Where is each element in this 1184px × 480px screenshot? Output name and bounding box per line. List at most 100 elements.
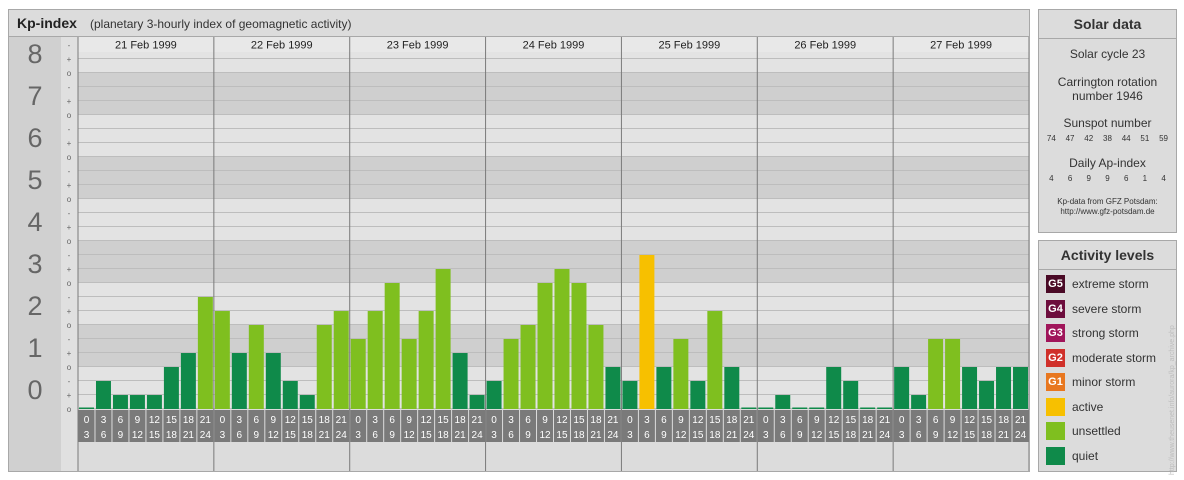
y-tick-label: 1: [27, 333, 42, 363]
kp-bar: [520, 325, 536, 409]
interval-start-label: 18: [726, 415, 738, 426]
legend-swatch: G3: [1046, 324, 1065, 342]
y-minor-tick: o: [67, 69, 72, 78]
y-minor-tick: +: [67, 97, 72, 106]
y-band: [78, 115, 1029, 157]
kp-bar: [656, 367, 672, 409]
y-tick-label: 6: [27, 123, 42, 153]
interval-start-label: 6: [525, 415, 531, 426]
kp-bar: [826, 367, 842, 409]
sunspot-value: 47: [1065, 134, 1075, 143]
kp-bar: [894, 367, 910, 409]
kp-bar: [197, 296, 213, 409]
interval-end-label: 18: [981, 430, 993, 441]
interval-start-label: 9: [406, 415, 412, 426]
interval-start-label: 21: [879, 415, 891, 426]
interval-end-label: 3: [220, 430, 226, 441]
interval-end-label: 3: [355, 430, 361, 441]
interval-end-label: 9: [525, 430, 531, 441]
kp-bar: [843, 380, 859, 409]
kp-bar: [537, 283, 553, 409]
interval-end-label: 18: [573, 430, 585, 441]
kp-bar: [214, 311, 230, 409]
chart-subtitle: (planetary 3-hourly index of geomagnetic…: [90, 17, 352, 31]
interval-start-label: 3: [237, 415, 243, 426]
kp-bar: [741, 407, 757, 409]
interval-end-label: 21: [183, 430, 195, 441]
chart-title-bar: Kp-index (planetary 3-hourly index of ge…: [9, 10, 1029, 37]
interval-start-label: 12: [556, 415, 568, 426]
interval-start-label: 3: [101, 415, 107, 426]
y-tick-label: 7: [27, 81, 42, 111]
y-tick-label: 0: [27, 375, 42, 405]
y-band: [78, 157, 1029, 199]
interval-end-label: 12: [947, 430, 959, 441]
ap-value: 6: [1067, 174, 1073, 183]
interval-end-label: 9: [933, 430, 939, 441]
legend-swatch: G5: [1046, 275, 1065, 293]
y-minor-tick: -: [68, 209, 71, 218]
interval-start-label: 0: [491, 415, 497, 426]
interval-start-label: 3: [916, 415, 922, 426]
kp-bar: [588, 325, 604, 409]
sunspot-value: 42: [1084, 134, 1094, 143]
interval-end-label: 12: [675, 430, 687, 441]
interval-end-label: 6: [916, 430, 922, 441]
interval-end-label: 12: [811, 430, 823, 441]
legend-swatch: [1046, 446, 1065, 465]
kp-bar: [554, 269, 570, 409]
interval-end-label: 18: [709, 430, 721, 441]
sunspot-value: 44: [1121, 134, 1131, 143]
kp-bar: [282, 380, 298, 409]
interval-start-label: 0: [627, 415, 633, 426]
ap-value: 9: [1105, 174, 1110, 183]
kp-bar: [1013, 367, 1028, 409]
legend-swatch: G2: [1046, 348, 1065, 367]
kp-bar: [860, 407, 876, 409]
kp-bar: [605, 367, 621, 409]
kp-bar: [129, 395, 145, 409]
y-band: [78, 73, 1029, 115]
kp-bar-chart: 0123456789o+-o+-o+-o+-o+-o+-o+-o+-o+-o21…: [9, 37, 1029, 471]
interval-start-label: 6: [389, 415, 395, 426]
interval-end-label: 18: [166, 430, 178, 441]
interval-start-label: 6: [661, 415, 667, 426]
interval-start-label: 15: [166, 415, 178, 426]
legend-item: G3 strong storm: [1046, 324, 1139, 342]
interval-start-label: 3: [780, 415, 786, 426]
y-tick-label: 5: [27, 165, 42, 195]
y-tick-label: 2: [27, 291, 42, 321]
kp-bar: [809, 407, 825, 409]
interval-start-label: 9: [950, 415, 956, 426]
interval-end-label: 12: [404, 430, 416, 441]
kp-bar: [996, 367, 1012, 409]
interval-end-label: 15: [828, 430, 840, 441]
kp-bar: [248, 325, 264, 409]
interval-start-label: 18: [590, 415, 602, 426]
interval-start-label: 18: [998, 415, 1010, 426]
data-credit-link[interactable]: http://www.gfz-potsdam.de: [1039, 207, 1176, 217]
legend-swatch: G1: [1046, 373, 1065, 391]
solar-data-title: Solar data: [1039, 10, 1176, 39]
interval-end-label: 24: [879, 430, 891, 441]
y-minor-tick: +: [67, 223, 72, 232]
kp-bar: [639, 254, 655, 409]
y-minor-tick: +: [67, 55, 72, 64]
interval-start-label: 21: [472, 415, 484, 426]
ap-value: 4: [1049, 174, 1054, 183]
interval-start-label: 15: [302, 415, 314, 426]
interval-end-label: 15: [421, 430, 433, 441]
kp-bar: [911, 395, 927, 409]
legend-item: G5 extreme storm: [1046, 275, 1149, 293]
interval-start-label: 12: [964, 415, 976, 426]
kp-bar: [503, 338, 519, 409]
kp-bar: [299, 395, 315, 409]
y-minor-tick: -: [68, 335, 71, 344]
ap-value: 9: [1086, 174, 1091, 183]
interval-end-label: 9: [797, 430, 803, 441]
kp-bar: [486, 380, 502, 409]
y-minor-tick: +: [67, 349, 72, 358]
interval-end-label: 9: [254, 430, 260, 441]
y-minor-tick: -: [68, 251, 71, 260]
interval-start-label: 21: [607, 415, 619, 426]
